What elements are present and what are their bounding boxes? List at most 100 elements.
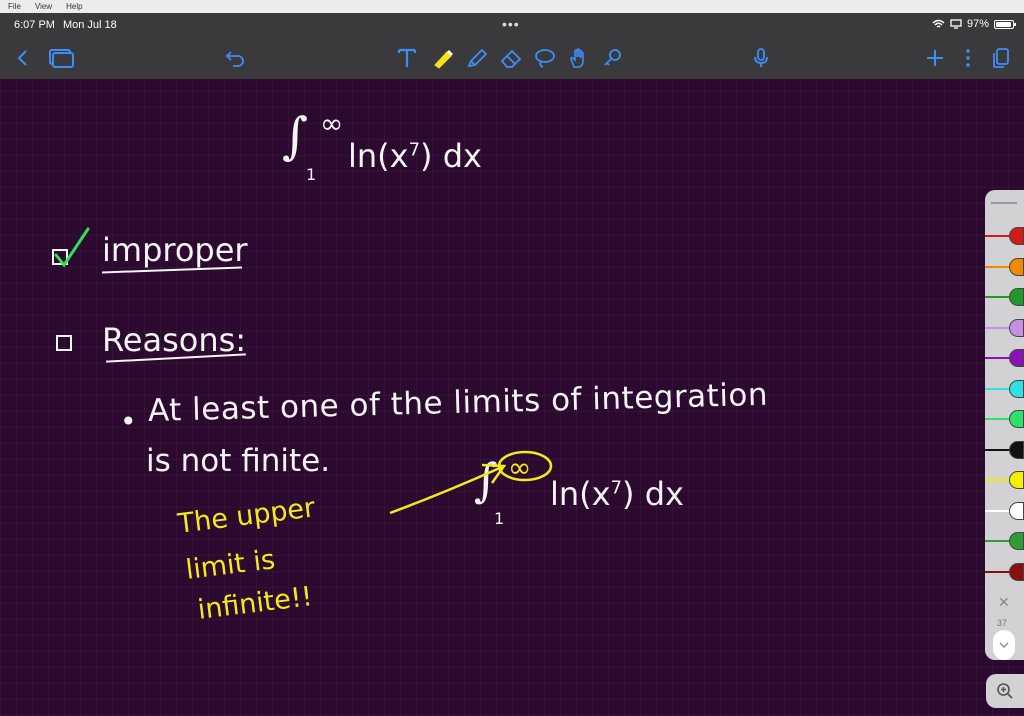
pen-band xyxy=(985,387,1011,390)
note-canvas[interactable]: ∫ ∞ 1 ln(x7) dx improper Reasons: • At l… xyxy=(0,79,1024,716)
undo-button[interactable] xyxy=(222,45,248,71)
pen-tip-icon xyxy=(1009,410,1024,428)
formula-top-exponent: 7 xyxy=(408,139,421,161)
formula-bottom-ln: ln(x xyxy=(550,475,611,513)
more-button[interactable] xyxy=(955,45,981,71)
copy-button[interactable] xyxy=(988,45,1014,71)
wifi-icon xyxy=(932,19,945,28)
zoom-in-icon xyxy=(997,683,1013,699)
text-tool-button[interactable] xyxy=(394,45,420,71)
battery-percent: 97% xyxy=(966,18,989,30)
formula-bottom-exponent: 7 xyxy=(610,477,623,499)
palette-close-icon[interactable]: ✕ xyxy=(998,594,1010,611)
highlighter-button[interactable] xyxy=(430,45,456,71)
formula-top-body: ln(x7) dx xyxy=(348,137,482,175)
add-page-button[interactable] xyxy=(922,45,948,71)
pen-swatch[interactable] xyxy=(985,531,1024,551)
hand-icon xyxy=(570,48,584,68)
bullet-dot: • xyxy=(120,405,137,438)
status-date: Mon Jul 18 xyxy=(62,19,117,31)
formula-top-tail: ) dx xyxy=(420,137,482,175)
pen-band xyxy=(985,418,1011,420)
highlighter-icon xyxy=(434,50,453,69)
pen-band xyxy=(985,265,1011,268)
status-time: 6:07 PM xyxy=(14,19,55,31)
checkbox-reasons xyxy=(56,335,72,351)
back-button[interactable] xyxy=(10,45,36,71)
arrow-annotation xyxy=(389,463,507,515)
pen-band xyxy=(985,235,1011,237)
chevron-down-icon xyxy=(999,642,1009,648)
menu-file[interactable]: File xyxy=(8,2,21,11)
pen-tip-icon xyxy=(1009,349,1024,367)
formula-top-ln: ln(x xyxy=(348,137,409,175)
pen-swatch[interactable] xyxy=(985,470,1024,490)
zoom-button[interactable] xyxy=(986,674,1024,708)
mic-button[interactable] xyxy=(748,45,774,71)
pen-swatch[interactable] xyxy=(985,562,1024,582)
item-improper: improper xyxy=(102,231,248,269)
pen-icon xyxy=(467,48,488,68)
pen-tip-icon xyxy=(1009,227,1024,245)
palette-scroll-indicator[interactable] xyxy=(993,630,1015,660)
pen-band xyxy=(985,448,1011,451)
pen-band xyxy=(985,479,1011,481)
pen-swatch[interactable] xyxy=(985,226,1024,246)
formula-top: ∫ ∞ 1 ln(x7) dx xyxy=(282,107,542,187)
formula-top-upper-limit: ∞ xyxy=(320,107,344,140)
pen-tip-icon xyxy=(1009,318,1024,337)
pen-swatch[interactable] xyxy=(985,501,1024,521)
annotation-line-3: infinite!! xyxy=(196,581,315,626)
formula-top-lower-limit: 1 xyxy=(306,165,317,184)
palette-page-number: 37 xyxy=(997,618,1008,628)
hand-button[interactable] xyxy=(566,45,592,71)
pen-tip-icon xyxy=(1009,471,1024,489)
palette-handle[interactable] xyxy=(991,202,1017,204)
battery-icon xyxy=(994,19,1016,29)
copy-icon xyxy=(993,48,1009,68)
text-tool-icon xyxy=(397,48,417,67)
lasso-button[interactable] xyxy=(532,45,558,71)
pen-swatch[interactable] xyxy=(985,318,1024,338)
pen-button[interactable] xyxy=(464,45,490,71)
link-button[interactable] xyxy=(600,45,626,71)
pen-band xyxy=(985,509,1011,512)
pen-swatch[interactable] xyxy=(985,287,1024,307)
back-icon xyxy=(17,50,27,66)
toolbar xyxy=(0,37,1024,79)
menu-view[interactable]: View xyxy=(35,2,52,11)
menu-help[interactable]: Help xyxy=(66,2,82,11)
pages-button[interactable] xyxy=(48,45,74,71)
pen-band xyxy=(985,326,1011,329)
check-mark-icon xyxy=(54,227,90,268)
multitask-dots[interactable]: ••• xyxy=(502,16,520,32)
annotation-line-1: The upper xyxy=(176,492,317,540)
item-reasons: Reasons: xyxy=(102,321,247,359)
add-icon xyxy=(927,50,943,66)
pen-palette: ✕ 37 xyxy=(985,190,1024,660)
pen-tip-icon xyxy=(1009,257,1024,276)
eraser-icon xyxy=(500,49,522,68)
pen-swatch[interactable] xyxy=(985,440,1024,460)
undo-icon xyxy=(225,51,244,67)
pen-band xyxy=(985,296,1011,298)
pages-icon xyxy=(49,49,74,68)
pen-tip-icon xyxy=(1009,562,1024,581)
pen-swatch[interactable] xyxy=(985,379,1024,399)
pen-band xyxy=(985,357,1011,359)
pen-tip-icon xyxy=(1009,532,1024,550)
pen-swatch[interactable] xyxy=(985,409,1024,429)
pen-swatch[interactable] xyxy=(985,348,1024,368)
formula-bottom-body: ln(x7) dx xyxy=(550,475,684,513)
pen-swatch[interactable] xyxy=(985,257,1024,277)
reason-line-2: is not finite. xyxy=(146,443,331,479)
mic-icon xyxy=(754,48,768,67)
more-icon xyxy=(966,49,970,67)
pen-tip-icon xyxy=(1009,379,1024,398)
formula-bottom-tail: ) dx xyxy=(622,475,684,513)
status-right: 97% xyxy=(932,18,1016,30)
screen-mirror-icon xyxy=(950,19,962,29)
formula-bottom: ∫ ∞ 1 ln(x7) dx xyxy=(474,449,754,529)
eraser-button[interactable] xyxy=(498,45,524,71)
reason-line-1: At least one of the limits of integratio… xyxy=(147,376,769,429)
